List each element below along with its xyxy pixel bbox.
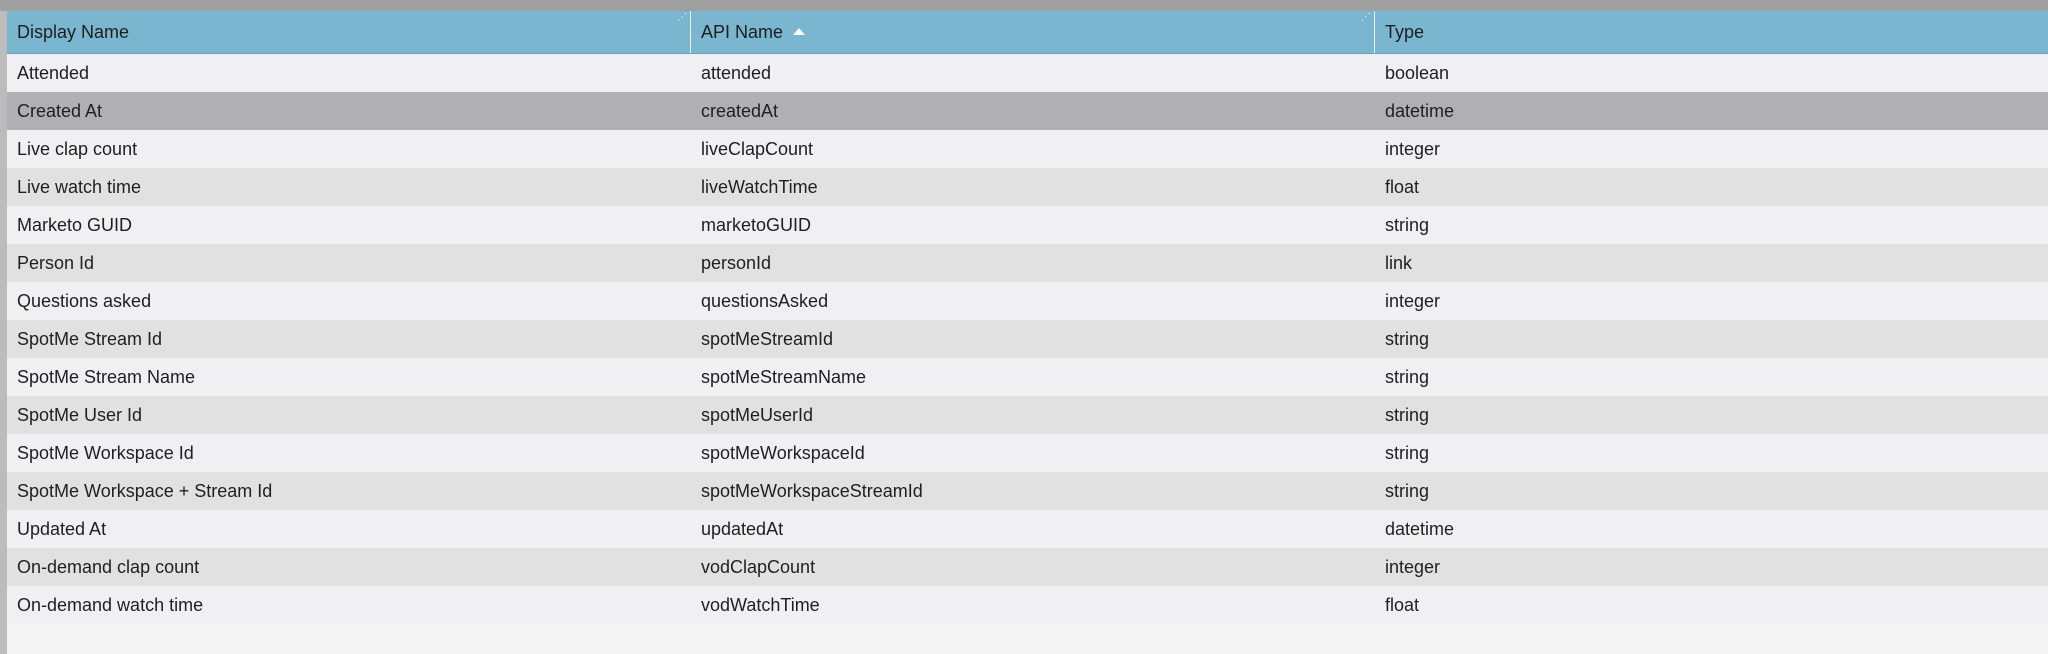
cell-display-name: Marketo GUID [17,215,133,235]
cell-type: float [1385,177,1420,197]
cell-api-name: spotMeWorkspaceId [701,443,865,463]
cell-type: link [1385,253,1413,273]
table-row[interactable]: SpotMe Workspace Id spotMeWorkspaceId stri… [7,434,2048,472]
cell-type: datetime [1385,101,1455,121]
cell-type: string [1385,405,1430,425]
cell-display-name: SpotMe Workspace Id [17,443,194,463]
cell-api-name: liveWatchTime [701,177,818,197]
cell-api-name: vodWatchTime [701,595,820,615]
cell-display-name: Attended [17,63,90,83]
cell-type: string [1385,481,1430,501]
table-body: Attended attended boolean Created At created… [7,54,2048,624]
cell-type: string [1385,215,1430,235]
cell-type: string [1385,367,1430,387]
cell-display-name: SpotMe Stream Name [17,367,196,387]
table-row[interactable]: Updated At updatedAt datetime [7,510,2048,548]
left-border [0,11,7,654]
table-row[interactable]: On-demand clap count vodClapCount integer [7,548,2048,586]
cell-display-name: Live watch time [17,177,142,197]
cell-type: integer [1385,291,1441,311]
cell-api-name: spotMeWorkspaceStreamId [701,481,923,501]
cell-display-name: On-demand watch time [17,595,204,615]
cell-type: integer [1385,139,1441,159]
table-row[interactable]: Created At createdAt datetime [7,92,2048,130]
column-header-label: Display Name [17,22,130,42]
table-row[interactable]: Live watch time liveWatchTime float [7,168,2048,206]
table-row[interactable]: Attended attended boolean [7,54,2048,92]
table-row[interactable]: Live clap count liveClapCount integer [7,130,2048,168]
cell-api-name: vodClapCount [701,557,816,577]
cell-api-name: spotMeStreamId [701,329,834,349]
cell-api-name: updatedAt [701,519,784,539]
table-row[interactable]: SpotMe Workspace + Stream Id spotMeWorksp… [7,472,2048,510]
table-row[interactable]: SpotMe User Id spotMeUserId string [7,396,2048,434]
table-row[interactable]: Questions asked questionsAsked integer [7,282,2048,320]
grid-panel: Display Name ⋰ API Name ⋰ Type Attended a… [0,0,2048,654]
cell-type: datetime [1385,519,1455,539]
cell-type: string [1385,329,1430,349]
cell-display-name: SpotMe Stream Id [17,329,163,349]
top-border [0,0,2048,11]
column-resize-grip-icon[interactable]: ⋰ [677,13,687,23]
column-header-label: Type [1385,22,1425,42]
column-header-display-name[interactable]: Display Name ⋰ [7,11,691,53]
cell-type: float [1385,595,1420,615]
sort-ascending-icon [793,27,806,35]
column-header-label: API Name [701,22,784,42]
table-row[interactable]: SpotMe Stream Id spotMeStreamId string [7,320,2048,358]
cell-display-name: Questions asked [17,291,152,311]
fields-table: Display Name ⋰ API Name ⋰ Type Attended a… [7,11,2048,624]
cell-display-name: Updated At [17,519,107,539]
table-row[interactable]: Person Id personId link [7,244,2048,282]
cell-api-name: personId [701,253,772,273]
cell-type: integer [1385,557,1441,577]
cell-type: boolean [1385,63,1450,83]
table-header: Display Name ⋰ API Name ⋰ Type [7,11,2048,54]
column-header-api-name[interactable]: API Name ⋰ [691,11,1375,53]
cell-api-name: liveClapCount [701,139,814,159]
cell-display-name: SpotMe Workspace + Stream Id [17,481,273,501]
column-header-type[interactable]: Type [1375,11,2048,53]
cell-api-name: spotMeUserId [701,405,814,425]
column-resize-grip-icon[interactable]: ⋰ [1361,13,1371,23]
table-row[interactable]: On-demand watch time vodWatchTime float [7,586,2048,624]
cell-api-name: questionsAsked [701,291,829,311]
cell-api-name: spotMeStreamName [701,367,867,387]
cell-api-name: marketoGUID [701,215,812,235]
table-row[interactable]: Marketo GUID marketoGUID string [7,206,2048,244]
table-row[interactable]: SpotMe Stream Name spotMeStreamName string [7,358,2048,396]
cell-type: string [1385,443,1430,463]
cell-api-name: createdAt [701,101,779,121]
cell-display-name: SpotMe User Id [17,405,143,425]
cell-display-name: Person Id [17,253,95,273]
cell-display-name: Created At [17,101,103,121]
cell-api-name: attended [701,63,772,83]
cell-display-name: Live clap count [17,139,138,159]
cell-display-name: On-demand clap count [17,557,200,577]
